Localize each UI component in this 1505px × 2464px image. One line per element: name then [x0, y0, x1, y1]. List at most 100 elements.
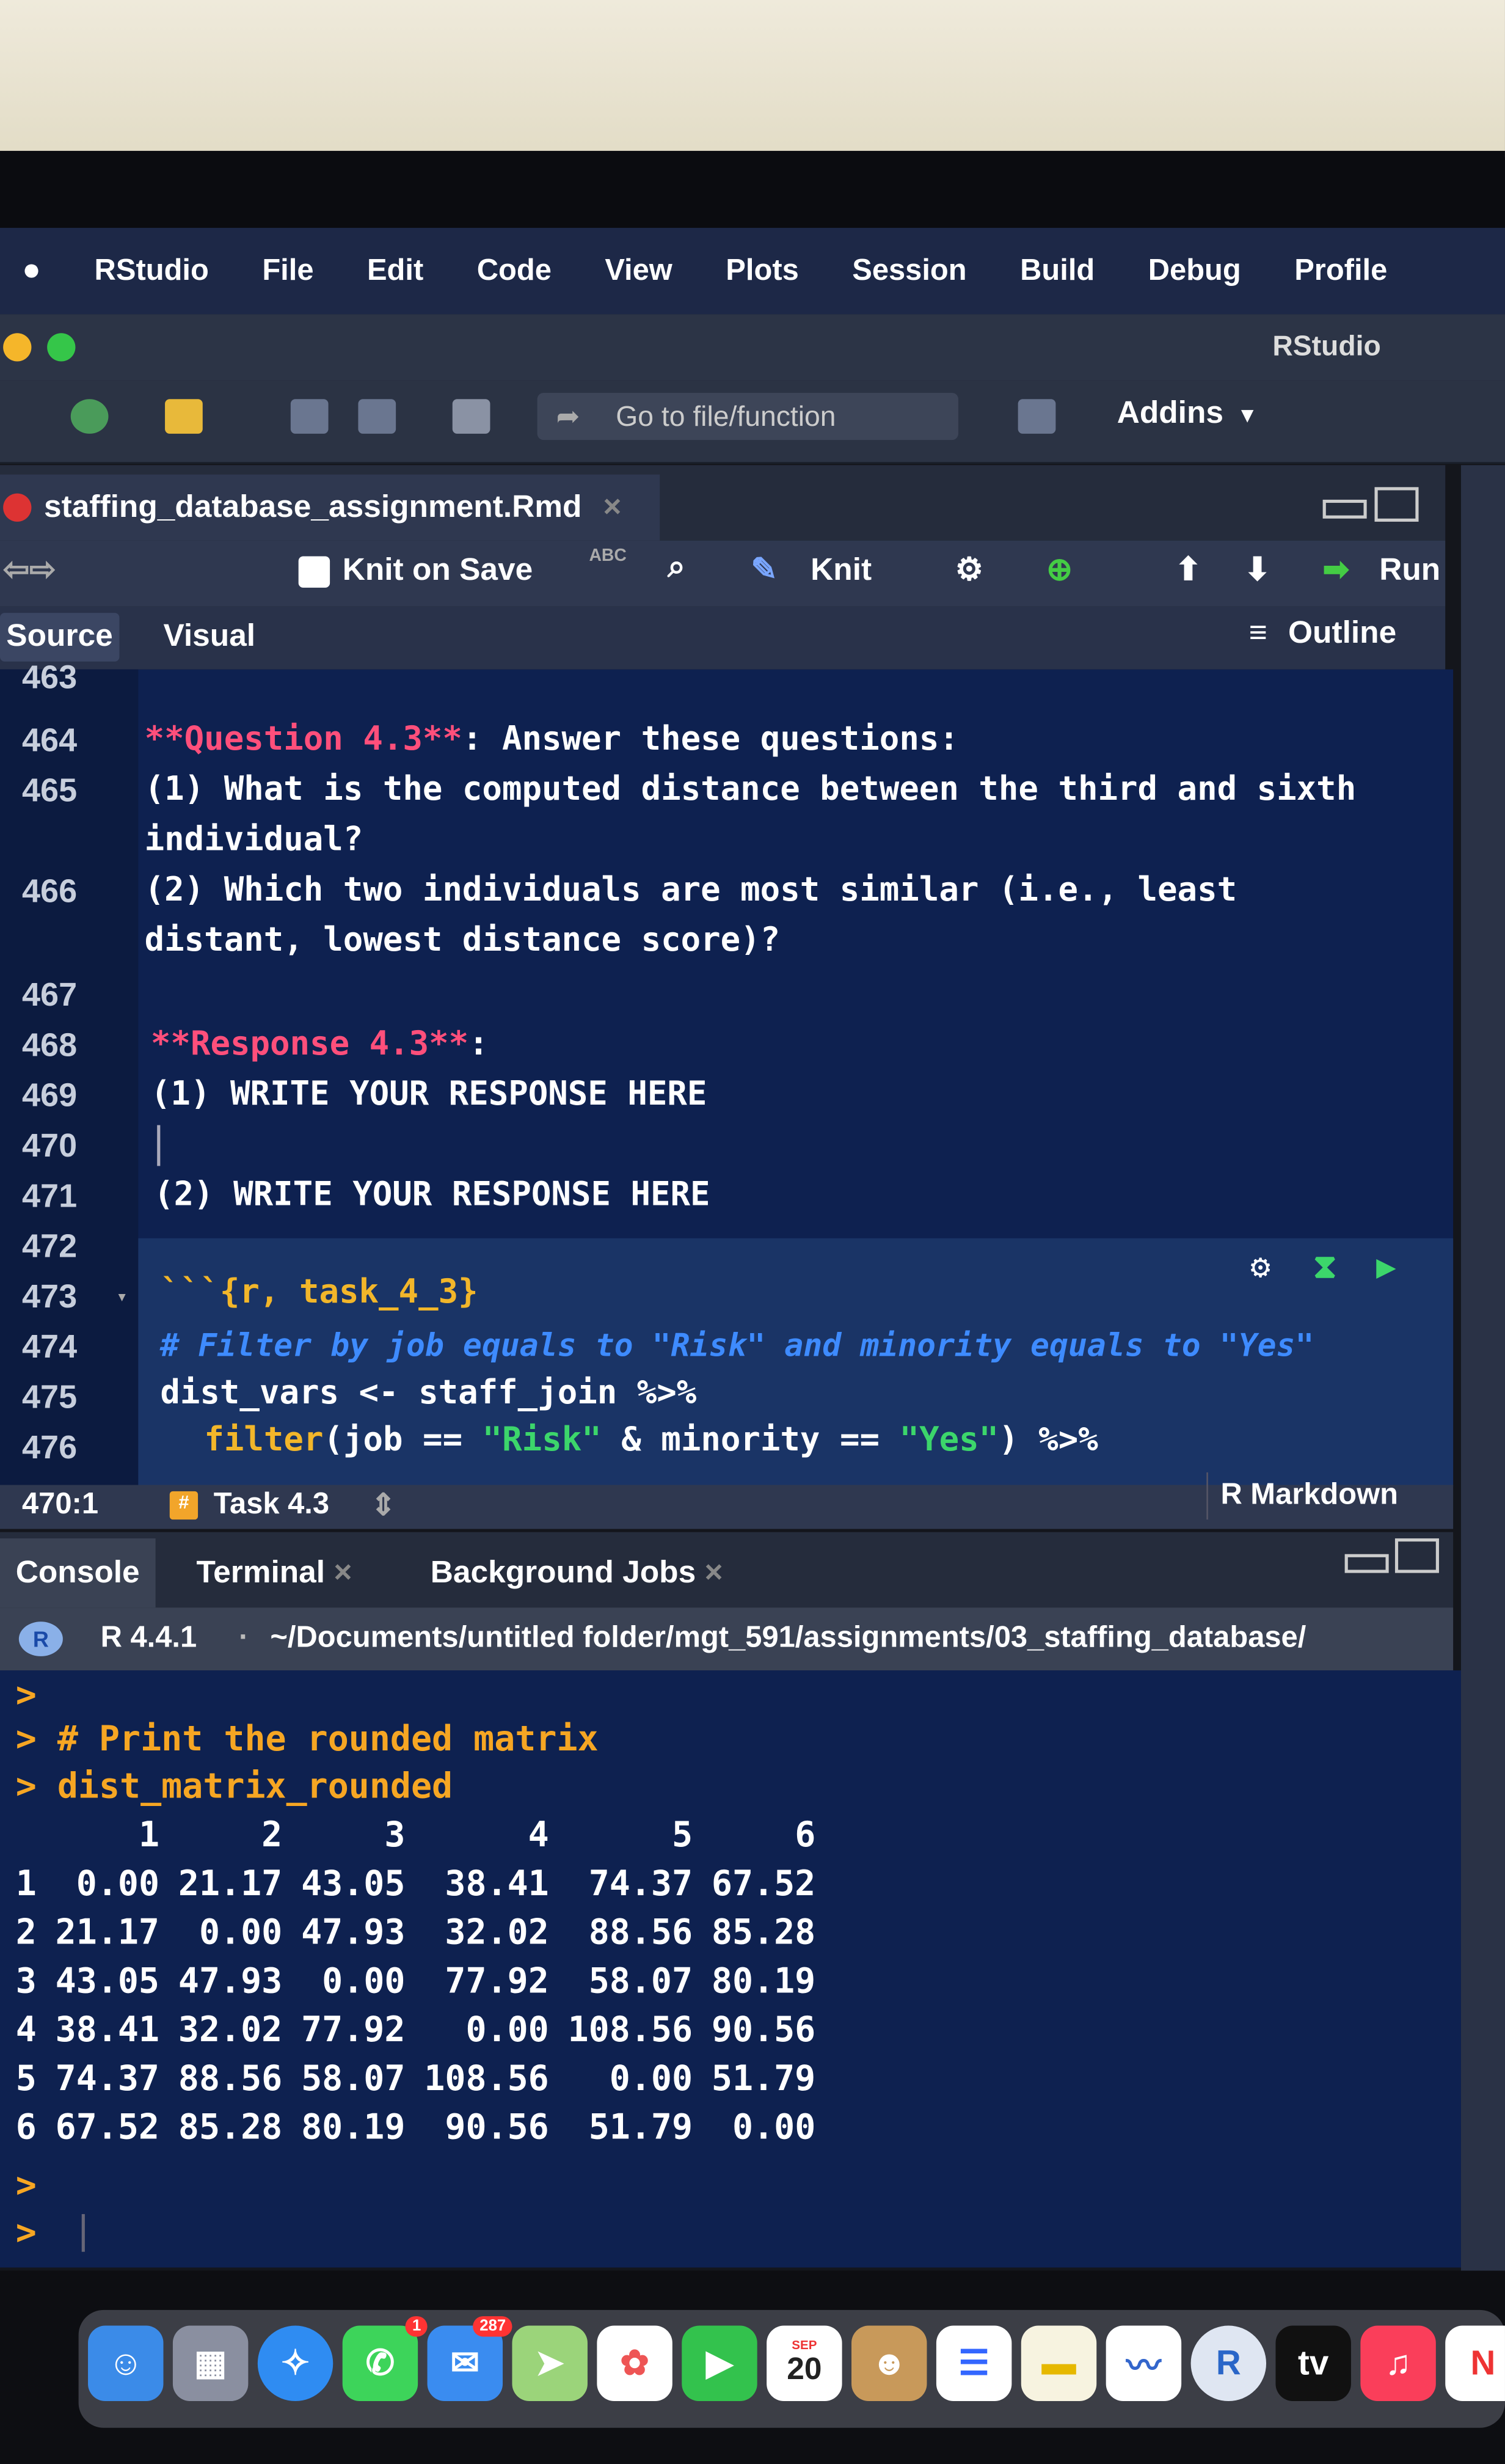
gear-icon[interactable]: ⚙: [955, 550, 983, 589]
finder-icon[interactable]: ☺: [88, 2325, 164, 2402]
window-title: RStudio: [1272, 330, 1381, 362]
run-previous-chunks-icon[interactable]: ⧗: [1313, 1248, 1336, 1287]
menu-plots[interactable]: Plots: [726, 254, 798, 288]
fold-chevron-icon[interactable]: ▾: [116, 1285, 128, 1307]
matrix-cell: 0.00: [76, 1865, 160, 1905]
contacts-icon[interactable]: ☻: [851, 2325, 927, 2402]
tab-terminal[interactable]: Terminal ×: [181, 1538, 368, 1607]
code-line: dist_vars <- staff_join %>%: [160, 1373, 697, 1411]
menu-edit[interactable]: Edit: [367, 254, 423, 288]
code-comment: # Filter by job equals to "Risk" and min…: [160, 1326, 1314, 1364]
zoom-window-button[interactable]: [47, 333, 76, 362]
go-to-file-input[interactable]: ➦ Go to file/function: [537, 393, 958, 441]
search-icon[interactable]: ⌕: [668, 550, 685, 586]
console-input-prompt[interactable]: >: [16, 2214, 37, 2253]
maximize-pane-icon[interactable]: [1394, 1538, 1439, 1573]
file-tab[interactable]: staffing_database_assignment.Rmd ×: [0, 474, 660, 541]
maximize-pane-icon[interactable]: [1374, 487, 1419, 522]
photos-icon[interactable]: ✿: [597, 2325, 672, 2402]
minimize-window-button[interactable]: [3, 333, 32, 362]
launchpad-icon[interactable]: ▦: [172, 2325, 249, 2402]
menu-view[interactable]: View: [605, 254, 672, 288]
chevron-down-icon: ▾: [1241, 402, 1254, 430]
knit-button[interactable]: Knit: [811, 553, 872, 589]
close-icon[interactable]: ×: [333, 1556, 352, 1590]
code-line: (2) Which two individuals are most simil…: [144, 870, 1237, 908]
line-number: 470: [22, 1128, 78, 1164]
knit-on-save-checkbox[interactable]: [298, 556, 330, 588]
spellcheck-icon[interactable]: ABC: [589, 547, 627, 566]
source-tab[interactable]: Source: [0, 613, 119, 662]
notes-icon[interactable]: ▬: [1021, 2325, 1097, 2402]
menu-session[interactable]: Session: [852, 254, 966, 288]
matrix-cell: 0.00: [199, 1914, 283, 1953]
editor-statusbar: 470:1 # Task 4.3 ⇕ R Markdown: [0, 1472, 1454, 1529]
close-tab-icon[interactable]: ×: [603, 490, 621, 525]
calendar-icon[interactable]: SEP 20: [767, 2325, 842, 2402]
music-icon[interactable]: ♫: [1360, 2325, 1436, 2402]
matrix-cell: 21.17: [178, 1865, 283, 1905]
new-project-icon[interactable]: [70, 399, 109, 434]
save-icon[interactable]: [290, 399, 329, 434]
outline-button[interactable]: Outline: [1288, 616, 1396, 652]
matrix-cell: 74.37: [55, 2060, 160, 2100]
mail-icon[interactable]: ✉ 287: [427, 2316, 512, 2402]
facetime-icon[interactable]: ▶: [682, 2325, 757, 2402]
minimize-pane-icon[interactable]: [1344, 1554, 1389, 1573]
news-icon[interactable]: N: [1445, 2325, 1505, 2402]
messages-icon[interactable]: ✆ 1: [342, 2316, 428, 2402]
matrix-cell: 43.05: [301, 1865, 406, 1905]
rmd-file-icon: [3, 493, 32, 522]
menu-build[interactable]: Build: [1020, 254, 1095, 288]
matrix-cell: 38.41: [55, 2011, 160, 2051]
grid-layout-icon[interactable]: [1018, 399, 1056, 434]
line-number: 475: [22, 1380, 78, 1416]
code-line: (1) What is the computed distance betwee…: [144, 770, 1357, 808]
reminders-icon[interactable]: ☰: [936, 2325, 1012, 2402]
console-output[interactable]: > > # Print the rounded matrix > dist_ma…: [0, 1670, 1461, 2268]
apple-tv-icon[interactable]: tv: [1275, 2325, 1351, 2402]
print-icon[interactable]: [452, 399, 490, 434]
menu-file[interactable]: File: [262, 254, 313, 288]
matrix-row: 5 74.37 88.56 58.07 108.56 0.00 51.79: [16, 2055, 816, 2104]
save-all-icon[interactable]: [358, 399, 396, 434]
menu-debug[interactable]: Debug: [1148, 254, 1241, 288]
tab-console[interactable]: Console: [0, 1538, 156, 1608]
knit-icon: ✎: [751, 553, 778, 588]
menu-code[interactable]: Code: [477, 254, 552, 288]
safari-icon[interactable]: ✧: [257, 2325, 333, 2402]
down-arrow-icon[interactable]: ⬇: [1244, 550, 1270, 589]
close-icon[interactable]: ×: [705, 1556, 723, 1590]
section-navigator[interactable]: Task 4.3: [214, 1488, 329, 1523]
minimize-pane-icon[interactable]: [1322, 499, 1367, 519]
tab-background-jobs[interactable]: Background Jobs ×: [415, 1538, 738, 1607]
r-app-icon[interactable]: R: [1190, 2325, 1267, 2402]
addins-dropdown[interactable]: Addins: [1117, 396, 1223, 432]
matrix-cell: 0.00: [609, 2060, 693, 2100]
file-type-selector[interactable]: R Markdown: [1206, 1472, 1410, 1520]
run-button[interactable]: Run: [1379, 553, 1440, 589]
console-prompt: >: [15, 2166, 37, 2207]
up-arrow-icon[interactable]: ⬆: [1175, 550, 1201, 589]
working-directory[interactable]: ~/Documents/untitled folder/mgt_591/assi…: [270, 1607, 1306, 1670]
section-hash-icon: #: [169, 1491, 199, 1520]
code-line: (2) WRITE YOUR RESPONSE HERE: [154, 1175, 710, 1213]
r-logo-icon: R: [18, 1621, 63, 1656]
matrix-header-row: 1 2 3 4 5 6: [16, 1812, 816, 1861]
freeform-icon[interactable]: 〰: [1106, 2325, 1182, 2402]
code-editor[interactable]: 463 464 **Question 4.3**: Answer these q…: [0, 660, 1454, 1487]
menu-profile[interactable]: Profile: [1294, 254, 1387, 288]
open-folder-icon[interactable]: [165, 399, 203, 434]
apple-icon[interactable]: ●: [22, 253, 41, 289]
insert-chunk-icon[interactable]: ⊕: [1046, 550, 1073, 589]
response-colon: :: [468, 1024, 489, 1062]
console-line: > dist_matrix_rounded: [15, 1768, 453, 1807]
chunk-gear-icon[interactable]: ⚙: [1250, 1248, 1270, 1285]
back-forward-icon[interactable]: ⇦⇨: [3, 550, 56, 589]
run-chunk-icon[interactable]: ▶: [1376, 1248, 1396, 1285]
matrix-cell: 85.28: [711, 1914, 816, 1953]
visual-tab[interactable]: Visual: [163, 619, 255, 655]
matrix-cell: 0.00: [322, 1962, 406, 2002]
maps-icon[interactable]: ➤: [512, 2325, 588, 2402]
menu-rstudio[interactable]: RStudio: [95, 254, 209, 288]
